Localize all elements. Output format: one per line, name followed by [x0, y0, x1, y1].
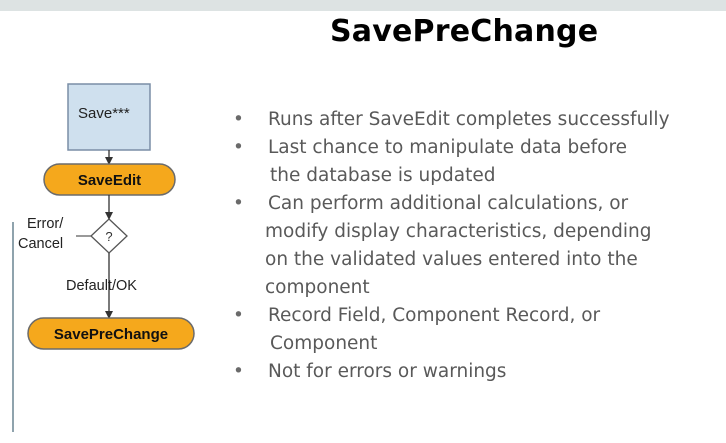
default-label: Default/OK: [66, 278, 137, 294]
bullet-line: Record Field, Component Record, or: [268, 305, 601, 326]
bullet-line: component: [265, 277, 370, 298]
bullet-line: on the validated values entered into the: [265, 249, 638, 270]
bullet-item: Last chance to manipulate data before th…: [233, 134, 723, 190]
error-label-line1: Error/: [27, 216, 64, 232]
saveprechange-step-label: SavePreChange: [54, 326, 168, 343]
bullet-line: Runs after SaveEdit completes successful…: [268, 109, 670, 130]
bullet-list: Runs after SaveEdit completes successful…: [233, 106, 723, 386]
bullet-line: Component: [270, 333, 378, 354]
bullet-line: Last chance to manipulate data before: [268, 137, 628, 158]
saveedit-step-label: SaveEdit: [78, 172, 141, 189]
bullet-line: Not for errors or warnings: [268, 361, 507, 382]
error-label-line2: Cancel: [18, 236, 63, 252]
left-divider-line: [12, 222, 14, 432]
bullet-item: Not for errors or warnings: [233, 358, 723, 386]
bullet-line: Can perform additional calculations, or: [268, 193, 629, 214]
bullet-line: modify display characteristics, dependin…: [265, 221, 652, 242]
start-box-label: Save***: [78, 105, 130, 122]
bullet-line: the database is updated: [270, 165, 496, 186]
bullet-item: Can perform additional calculations, or …: [233, 190, 723, 302]
bullet-item: Record Field, Component Record, or Compo…: [233, 302, 723, 358]
bullet-item: Runs after SaveEdit completes successful…: [233, 106, 723, 134]
decision-symbol: ?: [105, 229, 112, 244]
